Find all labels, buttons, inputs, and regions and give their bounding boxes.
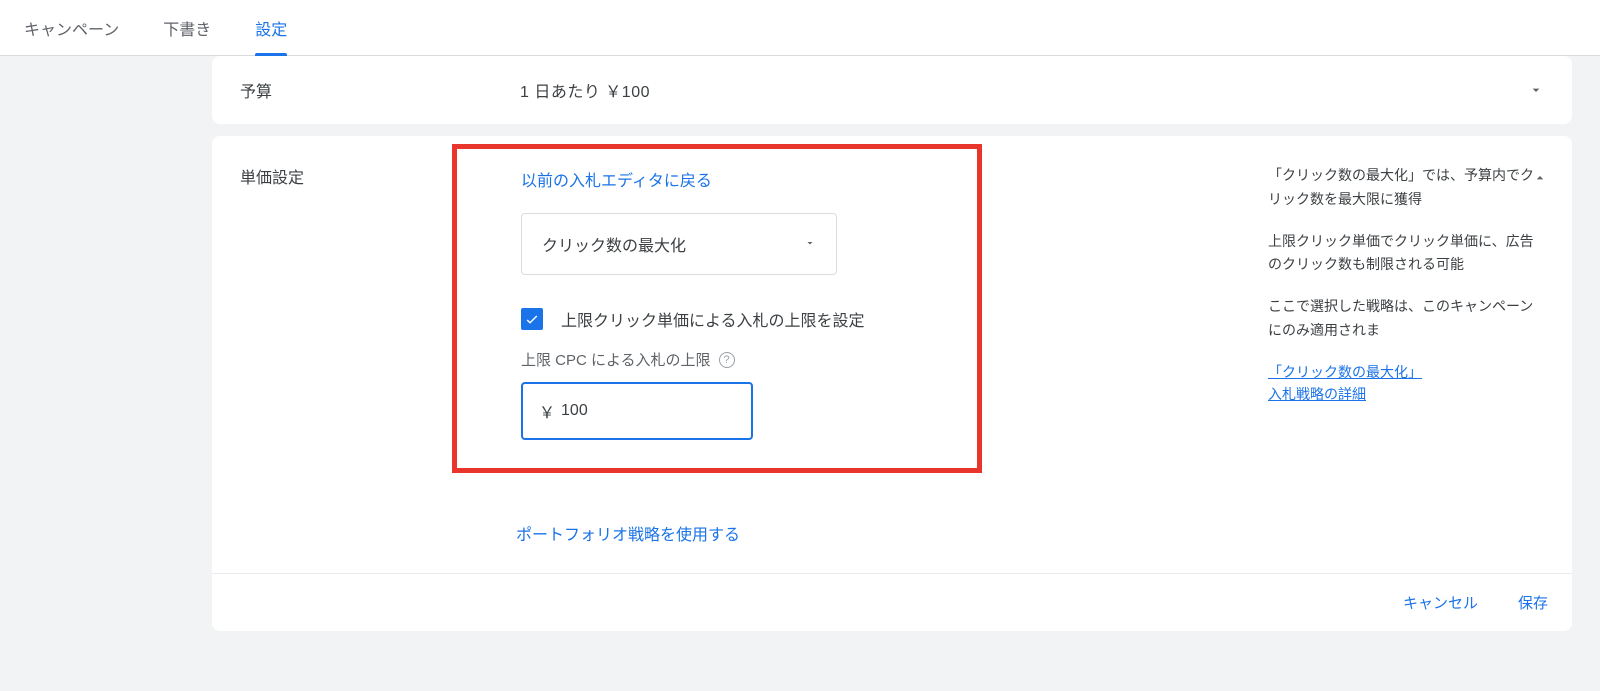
top-tabs: キャンペーン 下書き 設定 — [0, 0, 1600, 56]
dropdown-arrow-icon — [804, 236, 816, 252]
bidding-card: 単価設定 以前の入札エディタに戻る クリック数の最大化 — [212, 136, 1572, 631]
card-footer: キャンセル 保存 — [212, 573, 1572, 631]
use-portfolio-strategy-link[interactable]: ポートフォリオ戦略を使用する — [516, 521, 740, 545]
budget-label: 予算 — [240, 78, 520, 102]
help-icon[interactable]: ? — [719, 352, 735, 368]
max-cpc-checkbox[interactable] — [521, 308, 543, 330]
tab-draft[interactable]: 下書き — [163, 0, 211, 56]
tab-campaign[interactable]: キャンペーン — [24, 0, 119, 56]
back-to-editor-link[interactable]: 以前の入札エディタに戻る — [521, 167, 712, 191]
dropdown-selected-text: クリック数の最大化 — [542, 232, 686, 256]
tab-settings[interactable]: 設定 — [255, 0, 287, 56]
max-cpc-checkbox-label: 上限クリック単価による入札の上限を設定 — [561, 307, 865, 331]
currency-symbol: ￥ — [539, 399, 555, 423]
info-link-maximize-clicks[interactable]: 「クリック数の最大化」 — [1268, 361, 1544, 383]
max-cpc-input-wrapper[interactable]: ￥ — [521, 382, 753, 440]
save-button[interactable]: 保存 — [1518, 592, 1548, 613]
cancel-button[interactable]: キャンセル — [1403, 592, 1478, 613]
info-paragraph-3: ここで選択した戦略は、このキャンペーンにのみ適用されま — [1268, 295, 1544, 343]
info-link-bid-strategy-details[interactable]: 入札戦略の詳細 — [1268, 383, 1544, 405]
chevron-up-icon[interactable] — [1532, 170, 1548, 189]
cpc-field-label: 上限 CPC による入札の上限 — [521, 349, 711, 370]
info-paragraph-1: 「クリック数の最大化」では、予算内でクリック数を最大限に獲得 — [1268, 164, 1544, 212]
bid-strategy-dropdown[interactable]: クリック数の最大化 — [521, 213, 837, 275]
highlight-box: 以前の入札エディタに戻る クリック数の最大化 上限クリック単価による入札の上限を… — [452, 144, 982, 473]
chevron-down-icon[interactable] — [1524, 78, 1548, 102]
info-paragraph-2: 上限クリック単価でクリック単価に、広告のクリック数も制限される可能 — [1268, 230, 1544, 278]
budget-value: 1 日あたり ￥100 — [520, 78, 650, 102]
budget-card[interactable]: 予算 1 日あたり ￥100 — [212, 56, 1572, 124]
max-cpc-input[interactable] — [561, 402, 735, 420]
